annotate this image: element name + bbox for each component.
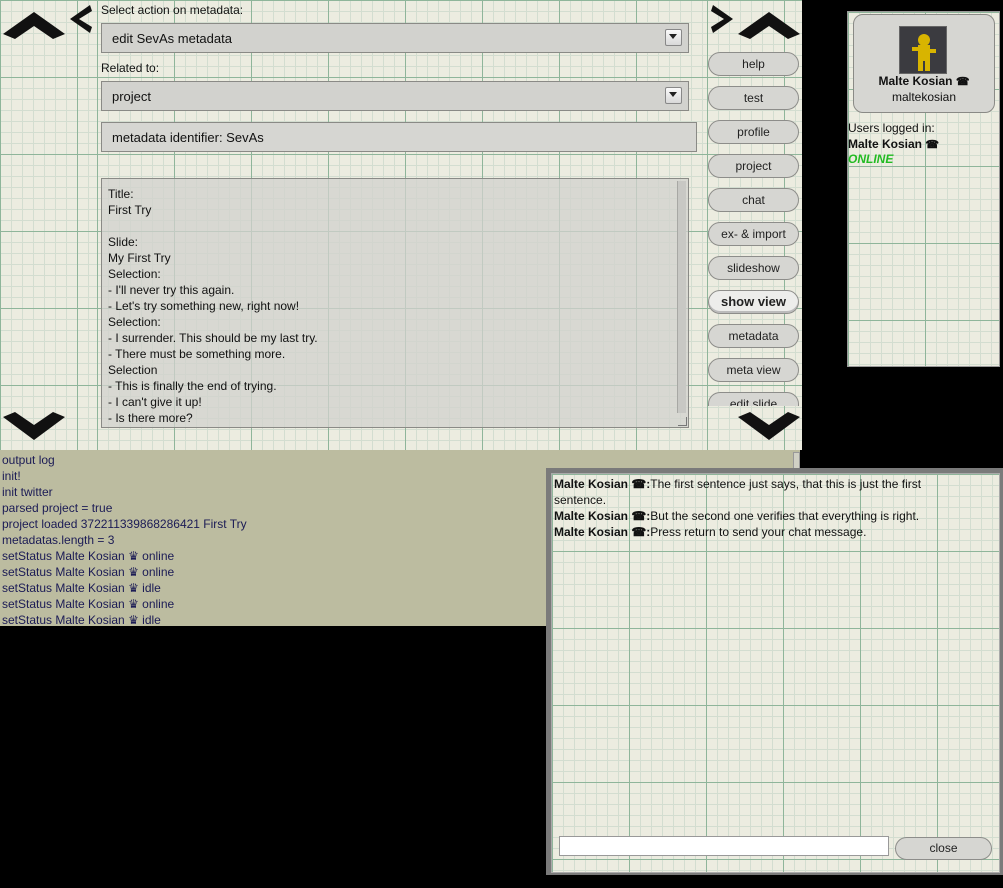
- close-button[interactable]: close: [895, 837, 992, 860]
- related-select[interactable]: project: [101, 81, 689, 111]
- online-status: ONLINE: [848, 152, 894, 166]
- chat-message-sender[interactable]: Malte Kosian ☎:: [554, 477, 650, 491]
- action-label: Select action on metadata:: [101, 3, 244, 17]
- chat-message-text: Press return to send your chat message.: [650, 525, 867, 539]
- online-user-name: Malte Kosian: [848, 137, 923, 151]
- avatar-figure-icon: [912, 34, 936, 71]
- resize-handle[interactable]: [678, 417, 687, 426]
- textarea-scrollbar[interactable]: [677, 181, 686, 413]
- chat-message: Malte Kosian ☎:The first sentence just s…: [554, 476, 959, 508]
- phone-icon: ☎: [925, 139, 940, 151]
- metadata-content-textarea[interactable]: Title: First Try Slide: My First Try Selecti…: [101, 178, 689, 428]
- nav-button-test[interactable]: test: [708, 86, 799, 110]
- nav-scroll-down-icon[interactable]: [738, 412, 800, 440]
- metadata-content-lines: Title: First Try Slide: My First Try Selecti…: [108, 186, 318, 426]
- content-line: Selection:: [108, 267, 161, 281]
- chat-message: Malte Kosian ☎:Press return to send your…: [554, 524, 959, 540]
- phone-icon: ☎: [955, 76, 970, 88]
- content-line: - I'll never try this again.: [108, 283, 235, 297]
- chat-message-sender[interactable]: Malte Kosian ☎:: [554, 525, 650, 539]
- chat-messages: Malte Kosian ☎:The first sentence just s…: [554, 476, 959, 540]
- chat-message: Malte Kosian ☎:But the second one verifi…: [554, 508, 959, 524]
- nav-button-project[interactable]: project: [708, 154, 799, 178]
- avatar[interactable]: [899, 26, 947, 74]
- nav-scroll-up-icon[interactable]: [738, 12, 800, 40]
- content-line: Selection: [108, 363, 158, 377]
- chevron-left-icon[interactable]: [70, 5, 92, 33]
- content-line: - I can't give it up!: [108, 395, 202, 409]
- chat-message-sender[interactable]: Malte Kosian ☎:: [554, 509, 650, 523]
- content-line: Title:: [108, 187, 134, 201]
- scroll-down-icon[interactable]: [3, 412, 65, 440]
- content-line: - There must be something more.: [108, 347, 286, 361]
- content-line: - I surrender. This should be my last tr…: [108, 331, 318, 345]
- chevron-down-icon[interactable]: [665, 29, 682, 46]
- chevron-down-icon[interactable]: [665, 87, 682, 104]
- action-select[interactable]: edit SevAs metadata: [101, 23, 689, 53]
- content-line: Slide:: [108, 235, 139, 249]
- nav-button-show-view[interactable]: show view: [708, 290, 799, 314]
- content-line: - Is there more?: [108, 411, 193, 425]
- chevron-right-icon[interactable]: [711, 5, 733, 33]
- nav-button-profile[interactable]: profile: [708, 120, 799, 144]
- nav-button-help[interactable]: help: [708, 52, 799, 76]
- content-line: - This is finally the end of trying.: [108, 379, 277, 393]
- profile-name: Malte Kosian ☎: [853, 74, 995, 88]
- left-strip: [0, 0, 97, 450]
- output-log-title: output log: [2, 453, 55, 467]
- related-select-value: project: [112, 89, 152, 104]
- profile-name-text: Malte Kosian: [878, 74, 953, 88]
- scroll-up-icon[interactable]: [3, 12, 65, 40]
- profile-username: maltekosian: [891, 90, 957, 104]
- nav-button-ex-import[interactable]: ex- & import: [708, 222, 799, 246]
- content-line: First Try: [108, 203, 152, 217]
- nav-button-slideshow[interactable]: slideshow: [708, 256, 799, 280]
- chat-message-text: But the second one verifies that everyth…: [650, 509, 920, 523]
- nav-button-edit-slide[interactable]: edit slide: [708, 392, 799, 406]
- nav-button-chat[interactable]: chat: [708, 188, 799, 212]
- metadata-identifier-field[interactable]: metadata identifier: SevAs: [101, 122, 697, 152]
- users-logged-in-label: Users logged in:: [848, 121, 935, 135]
- content-line: [108, 218, 318, 234]
- metadata-identifier-text: metadata identifier: SevAs: [112, 130, 264, 145]
- nav-button-metadata[interactable]: metadata: [708, 324, 799, 348]
- chat-input[interactable]: [559, 836, 889, 856]
- related-label: Related to:: [101, 61, 160, 75]
- content-line: My First Try: [108, 251, 171, 265]
- content-line: Selection:: [108, 315, 161, 329]
- content-line: - Let's try something new, right now!: [108, 299, 300, 313]
- action-select-value: edit SevAs metadata: [112, 31, 232, 46]
- online-user[interactable]: Malte Kosian ☎: [848, 137, 939, 151]
- nav-button-meta-view[interactable]: meta view: [708, 358, 799, 382]
